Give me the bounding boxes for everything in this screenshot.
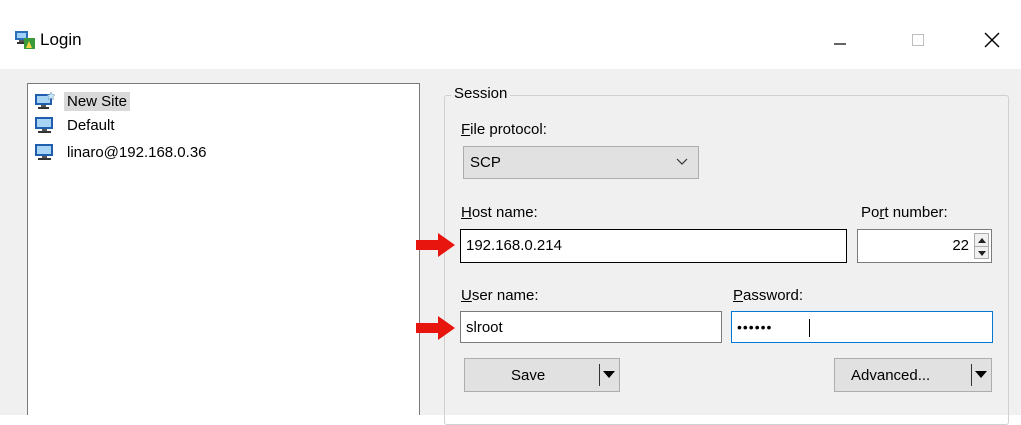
port-spinner[interactable] — [974, 233, 989, 259]
title-bar[interactable]: Login — [0, 6, 1021, 69]
file-protocol-select[interactable]: SCP — [463, 146, 699, 179]
tree-item-linaro[interactable]: linaro@192.168.0.36 — [34, 141, 210, 163]
tree-item-label: Default — [67, 116, 115, 134]
save-button[interactable]: Save — [464, 358, 620, 392]
red-arrow-icon — [416, 316, 455, 340]
text-caret — [809, 319, 810, 337]
file-protocol-label: File protocol: — [461, 121, 547, 138]
computer-icon — [35, 117, 53, 133]
file-protocol-value: SCP — [470, 154, 501, 171]
split-separator — [599, 364, 600, 386]
login-window: Login New Site Default linaro@192.168.0.… — [0, 0, 1021, 425]
maximize-icon — [912, 33, 924, 46]
close-button[interactable] — [962, 12, 1021, 67]
session-group-title: Session — [451, 85, 511, 102]
host-name-value: 192.168.0.214 — [466, 237, 562, 254]
user-name-value: slroot — [466, 319, 503, 336]
tree-item-label: linaro@192.168.0.36 — [67, 143, 207, 161]
dropdown-arrow-icon[interactable] — [975, 371, 987, 379]
port-number-input[interactable]: 22 — [857, 229, 992, 263]
tree-item-label: New Site — [64, 91, 131, 111]
advanced-button-label: Advanced... — [851, 367, 931, 384]
split-separator — [971, 364, 972, 386]
chevron-down-icon — [676, 158, 688, 165]
new-site-icon — [35, 91, 56, 109]
red-arrow-icon — [416, 233, 455, 257]
tree-item-new-site[interactable]: New Site — [34, 90, 131, 112]
spin-up-icon — [977, 237, 986, 243]
minimize-button[interactable] — [810, 12, 870, 67]
host-name-input[interactable]: 192.168.0.214 — [460, 229, 847, 263]
spin-down-button[interactable] — [975, 246, 988, 259]
maximize-button[interactable] — [888, 12, 948, 67]
computer-icon — [35, 144, 53, 160]
close-icon — [984, 32, 1000, 47]
user-name-input[interactable]: slroot — [460, 311, 722, 343]
spin-down-icon — [977, 250, 986, 256]
port-number-value: 22 — [952, 237, 969, 254]
spin-up-button[interactable] — [975, 234, 988, 246]
save-button-label: Save — [511, 367, 546, 384]
tree-item-default[interactable]: Default — [34, 114, 118, 136]
port-number-label: Port number: — [861, 204, 948, 221]
host-name-label: Host name: — [461, 204, 538, 221]
dropdown-arrow-icon[interactable] — [603, 371, 615, 379]
user-name-label: User name: — [461, 287, 539, 304]
site-tree[interactable]: New Site Default linaro@192.168.0.36 — [27, 83, 420, 415]
password-label: Password: — [733, 287, 804, 304]
password-value: •••••• — [737, 319, 773, 335]
minimize-icon — [834, 42, 846, 45]
advanced-button[interactable]: Advanced... — [834, 358, 992, 392]
window-title: Login — [40, 30, 82, 49]
winscp-app-icon — [15, 31, 35, 49]
password-input[interactable]: •••••• — [731, 311, 993, 343]
